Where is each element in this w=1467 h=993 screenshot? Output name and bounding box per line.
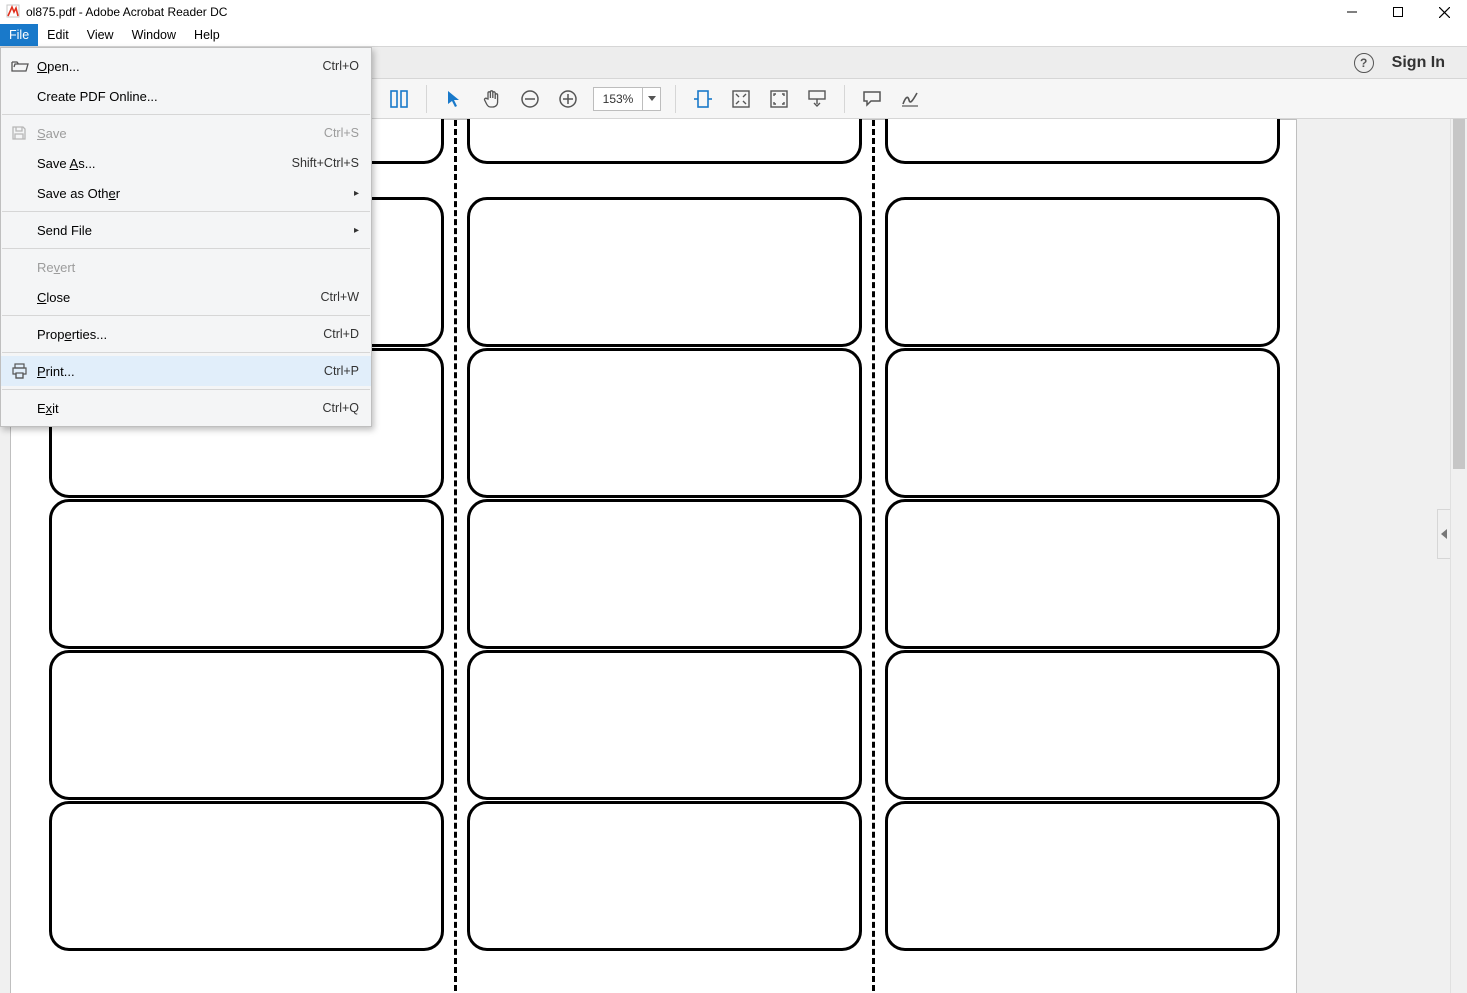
file-menu-dropdown: Open...Ctrl+OCreate PDF Online...SaveCtr… <box>0 47 372 427</box>
file-menu-exit[interactable]: ExitCtrl+Q <box>1 393 371 423</box>
menu-item-shortcut: Ctrl+S <box>324 126 359 140</box>
menu-item-label: Save As... <box>37 156 292 171</box>
zoom-level-select[interactable]: 153% <box>593 87 661 111</box>
sign-in-button[interactable]: Sign In <box>1392 54 1445 72</box>
file-menu-save: SaveCtrl+S <box>1 118 371 148</box>
label-cell <box>467 650 862 800</box>
menu-item-label: Revert <box>37 260 359 275</box>
window-title: ol875.pdf - Adobe Acrobat Reader DC <box>26 5 227 19</box>
menu-separator <box>2 211 370 212</box>
file-menu-properties[interactable]: Properties...Ctrl+D <box>1 319 371 349</box>
page-layout-icon[interactable] <box>385 85 413 113</box>
label-cell <box>885 197 1280 347</box>
close-button[interactable] <box>1421 0 1467 24</box>
label-cell <box>49 801 444 951</box>
read-mode-icon[interactable] <box>803 85 831 113</box>
vertical-scrollbar[interactable] <box>1450 119 1467 993</box>
menu-item-label: Open... <box>37 59 323 74</box>
full-screen-icon[interactable] <box>765 85 793 113</box>
menu-item-shortcut: Ctrl+Q <box>323 401 359 415</box>
menu-view[interactable]: View <box>78 24 123 46</box>
submenu-arrow-icon: ▸ <box>347 188 359 199</box>
menu-item-label: Close <box>37 290 320 305</box>
hand-tool-icon[interactable] <box>478 85 506 113</box>
label-cell <box>885 348 1280 498</box>
menu-item-shortcut: Ctrl+P <box>324 364 359 378</box>
sign-icon[interactable] <box>896 85 924 113</box>
fit-page-icon[interactable] <box>727 85 755 113</box>
file-menu-save-as[interactable]: Save As...Shift+Ctrl+S <box>1 148 371 178</box>
label-cell <box>467 499 862 649</box>
selection-tool-icon[interactable] <box>440 85 468 113</box>
label-cell <box>49 499 444 649</box>
menu-separator <box>2 389 370 390</box>
zoom-in-icon[interactable] <box>554 85 582 113</box>
menu-file[interactable]: File <box>0 24 38 46</box>
file-menu-save-as-other[interactable]: Save as Other▸ <box>1 178 371 208</box>
file-menu-print[interactable]: Print...Ctrl+P <box>1 356 371 386</box>
label-cell <box>885 650 1280 800</box>
label-cell <box>467 348 862 498</box>
minimize-button[interactable] <box>1329 0 1375 24</box>
file-menu-create-pdf-online[interactable]: Create PDF Online... <box>1 81 371 111</box>
comment-icon[interactable] <box>858 85 886 113</box>
app-icon <box>6 4 20 21</box>
zoom-level-value: 153% <box>594 92 642 106</box>
folder-open-icon <box>11 59 37 73</box>
menu-help[interactable]: Help <box>185 24 229 46</box>
submenu-arrow-icon: ▸ <box>347 225 359 236</box>
fit-width-icon[interactable] <box>689 85 717 113</box>
menu-item-label: Save as Other <box>37 186 347 201</box>
file-menu-send-file[interactable]: Send File▸ <box>1 215 371 245</box>
menu-separator <box>2 114 370 115</box>
save-icon <box>11 125 37 141</box>
label-cell <box>885 119 1280 164</box>
menu-separator <box>2 315 370 316</box>
scrollbar-thumb[interactable] <box>1453 119 1465 469</box>
label-cell <box>467 197 862 347</box>
menu-item-label: Print... <box>37 364 324 379</box>
label-cell <box>885 499 1280 649</box>
help-icon[interactable]: ? <box>1354 53 1374 73</box>
titlebar: ol875.pdf - Adobe Acrobat Reader DC <box>0 0 1467 24</box>
menu-item-label: Save <box>37 126 324 141</box>
menu-item-label: Exit <box>37 401 323 416</box>
label-cell <box>467 119 862 164</box>
print-icon <box>11 363 37 379</box>
file-menu-open[interactable]: Open...Ctrl+O <box>1 51 371 81</box>
tools-pane-toggle[interactable] <box>1437 509 1450 559</box>
menu-item-shortcut: Ctrl+O <box>323 59 359 73</box>
maximize-button[interactable] <box>1375 0 1421 24</box>
zoom-out-icon[interactable] <box>516 85 544 113</box>
menu-item-label: Create PDF Online... <box>37 89 359 104</box>
label-cell <box>885 801 1280 951</box>
menu-item-shortcut: Shift+Ctrl+S <box>292 156 359 170</box>
file-menu-revert: Revert <box>1 252 371 282</box>
label-cell <box>49 650 444 800</box>
menu-separator <box>2 352 370 353</box>
menu-item-label: Send File <box>37 223 347 238</box>
menu-edit[interactable]: Edit <box>38 24 78 46</box>
menu-separator <box>2 248 370 249</box>
zoom-dropdown-icon[interactable] <box>642 88 660 110</box>
label-cell <box>467 801 862 951</box>
menu-window[interactable]: Window <box>123 24 185 46</box>
menu-item-shortcut: Ctrl+W <box>320 290 359 304</box>
cut-guide-line <box>454 120 457 993</box>
menu-item-shortcut: Ctrl+D <box>323 327 359 341</box>
file-menu-close[interactable]: CloseCtrl+W <box>1 282 371 312</box>
cut-guide-line <box>872 120 875 993</box>
menubar: FileEditViewWindowHelp <box>0 24 1467 47</box>
menu-item-label: Properties... <box>37 327 323 342</box>
